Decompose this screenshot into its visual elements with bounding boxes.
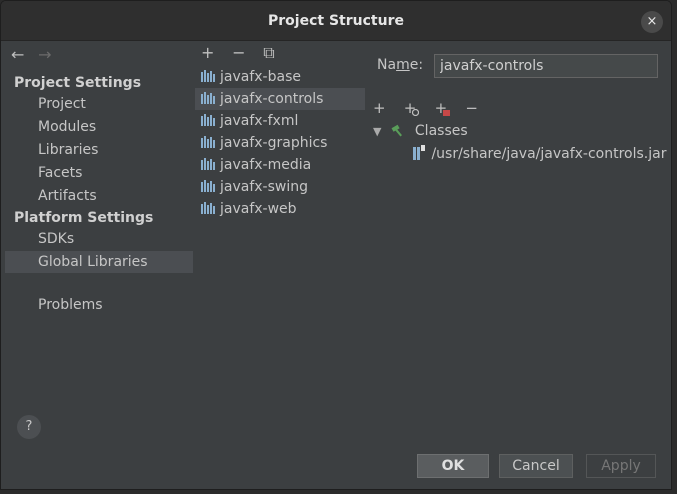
sidebar-item-modules[interactable]: Modules <box>5 116 193 138</box>
library-icon <box>201 136 215 148</box>
sidebar-item-facets[interactable]: Facets <box>5 162 193 184</box>
library-toolbar: + − ⧉ <box>201 43 289 63</box>
sidebar-item-sdks[interactable]: SDKs <box>5 228 193 250</box>
sidebar-item-global-libraries[interactable]: Global Libraries <box>5 251 193 273</box>
back-arrow-icon[interactable]: ← <box>11 45 33 64</box>
library-item-label: javafx-fxml <box>220 113 299 129</box>
add-root-special-icon[interactable]: + <box>404 99 430 117</box>
library-item-javafx-controls[interactable]: javafx-controls <box>195 88 365 110</box>
help-icon: ? <box>25 419 33 434</box>
add-root-red-icon[interactable]: + <box>435 99 461 117</box>
library-item-label: javafx-swing <box>220 179 308 195</box>
apply-button[interactable]: Apply <box>586 454 656 478</box>
dialog-title: Project Structure <box>268 13 404 29</box>
library-icon <box>201 92 215 104</box>
library-icon <box>201 114 215 126</box>
library-item-label: javafx-controls <box>220 91 324 107</box>
name-label: Name: <box>377 57 424 73</box>
library-item-javafx-base[interactable]: javafx-base <box>195 66 365 88</box>
classes-hammer-icon <box>391 124 403 137</box>
ok-button[interactable]: OK <box>417 454 489 478</box>
library-item-javafx-graphics[interactable]: javafx-graphics <box>195 132 365 154</box>
project-settings-heading: Project Settings <box>14 75 142 91</box>
sidebar-item-problems[interactable]: Problems <box>5 294 193 316</box>
platform-settings-heading: Platform Settings <box>14 210 154 226</box>
add-root-icon[interactable]: + <box>373 99 399 117</box>
chevron-down-icon[interactable]: ▼ <box>373 125 387 138</box>
library-item-label: javafx-graphics <box>220 135 328 151</box>
close-icon: × <box>646 14 658 29</box>
details-toolbar: + + + − <box>373 99 491 117</box>
library-item-label: javafx-web <box>220 201 297 217</box>
nav-arrows: ← → <box>11 45 60 64</box>
library-item-javafx-web[interactable]: javafx-web <box>195 198 365 220</box>
remove-library-icon[interactable]: − <box>232 43 258 62</box>
library-item-javafx-swing[interactable]: javafx-swing <box>195 176 365 198</box>
library-name-input[interactable] <box>434 54 658 78</box>
title-bar: Project Structure × <box>1 1 671 41</box>
sidebar-item-project[interactable]: Project <box>5 93 193 115</box>
jar-path-label: /usr/share/java/javafx-controls.jar <box>431 146 667 162</box>
close-button[interactable]: × <box>641 11 663 33</box>
library-list-panel: + − ⧉ javafx-base javafx-controls javafx-f… <box>195 41 367 411</box>
library-details-panel: Name: + + + − ▼ Classes /usr/share/java/… <box>367 41 671 421</box>
library-icon <box>201 70 215 82</box>
help-button[interactable]: ? <box>17 415 41 439</box>
tree-node-classes[interactable]: ▼ Classes <box>373 123 468 139</box>
forward-arrow-icon[interactable]: → <box>38 45 60 64</box>
library-item-javafx-media[interactable]: javafx-media <box>195 154 365 176</box>
sidebar-item-libraries[interactable]: Libraries <box>5 139 193 161</box>
sidebar-item-artifacts[interactable]: Artifacts <box>5 185 193 207</box>
classes-label: Classes <box>414 123 468 139</box>
project-structure-dialog: Project Structure × ← → Project Settings… <box>0 0 672 490</box>
library-icon <box>201 202 215 214</box>
library-icon <box>201 180 215 192</box>
library-item-label: javafx-media <box>220 157 312 173</box>
library-item-javafx-fxml[interactable]: javafx-fxml <box>195 110 365 132</box>
library-item-label: javafx-base <box>220 69 301 85</box>
remove-root-icon[interactable]: − <box>465 99 491 117</box>
copy-library-icon[interactable]: ⧉ <box>263 43 289 63</box>
library-icon <box>201 158 215 170</box>
add-library-icon[interactable]: + <box>201 43 227 62</box>
cancel-button[interactable]: Cancel <box>499 454 573 478</box>
tree-node-jar[interactable]: /usr/share/java/javafx-controls.jar <box>413 145 666 162</box>
jar-file-icon <box>413 145 425 160</box>
